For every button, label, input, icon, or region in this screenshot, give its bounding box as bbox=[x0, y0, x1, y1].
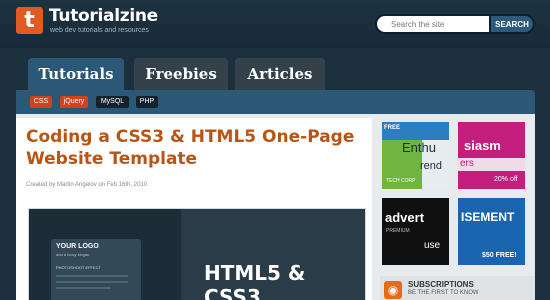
ad-text: ISEMENT bbox=[461, 210, 515, 224]
ad-footer: TECH CORP bbox=[386, 178, 416, 184]
thumbnail-headline: HTML5 & CSS3 bbox=[204, 261, 306, 300]
article-card: Coding a CSS3 & HTML5 One-Page Website T… bbox=[16, 118, 372, 300]
site-name[interactable]: Tutorialzine bbox=[49, 6, 158, 26]
main-tabs: Tutorials Freebies Articles bbox=[0, 58, 550, 90]
search-button[interactable]: SEARCH bbox=[491, 16, 533, 32]
tab-articles[interactable]: Articles bbox=[235, 58, 325, 90]
ad-text: ers bbox=[460, 158, 474, 169]
ad-text: siasm bbox=[464, 138, 501, 153]
ad-text: Enthu bbox=[402, 140, 436, 155]
ad-slot-1[interactable]: FREE Enthu rend TECH CORP bbox=[382, 122, 449, 189]
subscribe-box[interactable]: ◉ SUBSCRIPTIONS BE THE FIRST TO KNOW bbox=[380, 276, 535, 300]
template-mockup: YOUR LOGO and a lousy slogan PHOTOSHOOT … bbox=[51, 239, 141, 300]
content-area: Coding a CSS3 & HTML5 One-Page Website T… bbox=[16, 114, 535, 300]
article-title[interactable]: Coding a CSS3 & HTML5 One-Page Website T… bbox=[26, 126, 366, 170]
ad-slot-4[interactable]: ISEMENT $50 FREE! bbox=[458, 198, 525, 265]
tab-tutorials[interactable]: Tutorials bbox=[28, 58, 124, 90]
search-input[interactable] bbox=[377, 16, 489, 32]
ad-text: advert bbox=[385, 210, 425, 225]
mockup-slogan: and a lousy slogan bbox=[56, 252, 90, 257]
ad-slot-3[interactable]: advert PREMIUM use bbox=[382, 198, 449, 265]
ad-text: use bbox=[424, 240, 441, 251]
category-mysql[interactable]: MySQL bbox=[96, 96, 129, 108]
ad-text: $50 FREE! bbox=[482, 252, 517, 259]
ad-text: PREMIUM bbox=[386, 228, 410, 234]
tab-freebies[interactable]: Freebies bbox=[134, 58, 228, 90]
subscribe-text: BE THE FIRST TO KNOW bbox=[408, 290, 479, 296]
ad-slot-2[interactable]: siasm ers 20% off bbox=[458, 122, 525, 189]
ad-sidebar: FREE Enthu rend TECH CORP siasm ers 20% … bbox=[376, 114, 535, 300]
search-form: SEARCH bbox=[375, 14, 535, 34]
ad-badge: FREE bbox=[384, 125, 401, 131]
ad-text: rend bbox=[420, 160, 443, 172]
site-tagline: web dev tutorials and resources bbox=[50, 27, 149, 34]
category-php[interactable]: PHP bbox=[136, 96, 158, 108]
category-bar: CSS jQuery MySQL PHP bbox=[16, 90, 535, 114]
category-css[interactable]: CSS bbox=[30, 96, 52, 108]
ad-text: 20% off bbox=[494, 176, 518, 183]
mockup-line bbox=[56, 281, 128, 283]
category-jquery[interactable]: jQuery bbox=[60, 96, 88, 108]
rss-icon[interactable]: ◉ bbox=[384, 281, 402, 299]
site-header: t Tutorialzine web dev tutorials and res… bbox=[0, 0, 550, 48]
mockup-line bbox=[56, 287, 111, 289]
logo-icon[interactable]: t bbox=[16, 7, 43, 34]
article-meta: Created by Martin Angelov on Feb 16th, 2… bbox=[26, 182, 148, 188]
thumbnail-left-panel: YOUR LOGO and a lousy slogan PHOTOSHOOT … bbox=[29, 209, 181, 300]
mockup-section-title: PHOTOSHOOT EFFECT bbox=[56, 265, 101, 270]
subscribe-title: SUBSCRIPTIONS bbox=[408, 280, 474, 289]
mockup-logo: YOUR LOGO bbox=[56, 243, 99, 250]
mockup-line bbox=[56, 275, 128, 277]
article-thumbnail[interactable]: YOUR LOGO and a lousy slogan PHOTOSHOOT … bbox=[28, 208, 366, 300]
